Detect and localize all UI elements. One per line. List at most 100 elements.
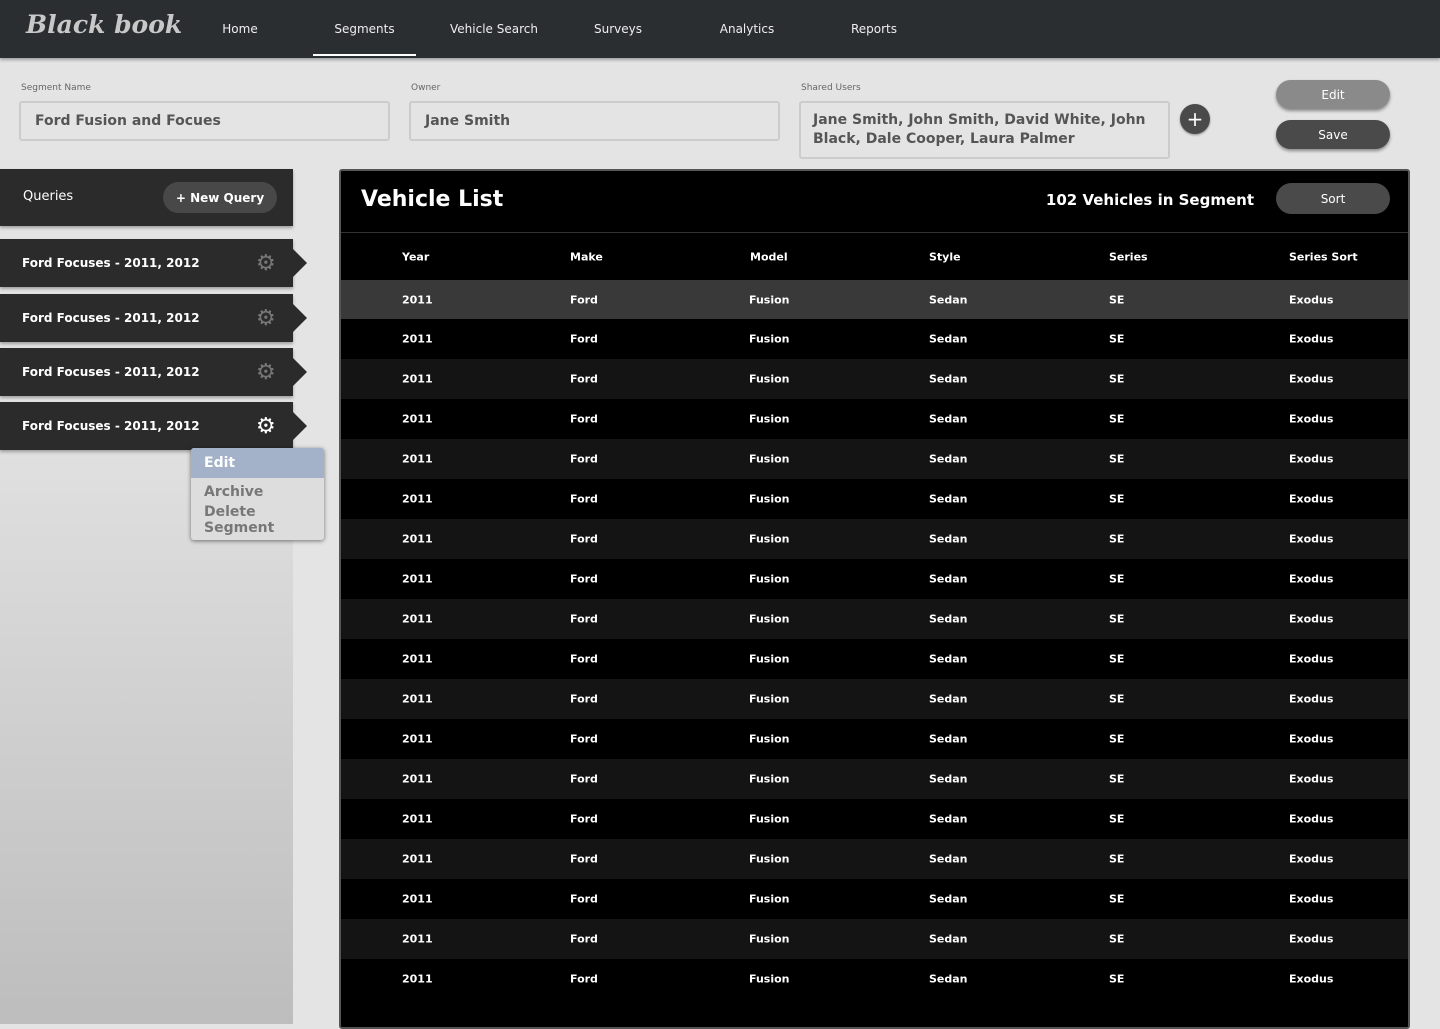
cell-year: 2011	[402, 572, 433, 586]
cell-series: SE	[1109, 332, 1125, 346]
table-row[interactable]: 2011 Ford Fusion Sedan SE Exodus	[341, 839, 1408, 879]
table-row[interactable]: 2011 Ford Fusion Sedan SE Exodus	[341, 599, 1408, 639]
menu-item-edit[interactable]: Edit	[191, 448, 324, 478]
table-row[interactable]: 2011 Ford Fusion Sedan SE Exodus	[341, 399, 1408, 439]
vehicle-count: 102 Vehicles in Segment	[1045, 191, 1254, 209]
cell-model: Fusion	[749, 732, 790, 746]
shared-users-label: Shared Users	[801, 83, 861, 93]
menu-item-delete-segment[interactable]: Delete Segment	[191, 504, 324, 536]
query-item[interactable]: Ford Focuses - 2011, 2012 ⚙	[0, 402, 307, 450]
table-row[interactable]: 2011 Ford Fusion Sedan SE Exodus	[341, 919, 1408, 959]
cell-model: Fusion	[749, 372, 790, 386]
query-context-menu: Edit Archive Delete Segment	[191, 448, 324, 540]
cell-make: Ford	[570, 772, 598, 786]
cell-series-sort: Exodus	[1289, 692, 1334, 706]
cell-year: 2011	[402, 892, 433, 906]
nav-analytics[interactable]: Analytics	[707, 0, 787, 58]
col-year[interactable]: Year	[402, 250, 429, 263]
cell-make: Ford	[570, 612, 598, 626]
cell-style: Sedan	[929, 293, 968, 307]
nav-vehicle-search[interactable]: Vehicle Search	[440, 0, 548, 58]
cell-series: SE	[1109, 772, 1125, 786]
table-row[interactable]: 2011 Ford Fusion Sedan SE Exodus	[341, 479, 1408, 519]
col-make[interactable]: Make	[570, 250, 603, 263]
table-row[interactable]: 2011 Ford Fusion Sedan SE Exodus	[341, 639, 1408, 679]
query-item[interactable]: Ford Focuses - 2011, 2012 ⚙	[0, 294, 307, 342]
table-row[interactable]: 2011 Ford Fusion Sedan SE Exodus	[341, 319, 1408, 359]
table-row[interactable]: 2011 Ford Fusion Sedan SE Exodus	[341, 679, 1408, 719]
cell-series: SE	[1109, 812, 1125, 826]
col-series-sort[interactable]: Series Sort	[1289, 250, 1358, 263]
cell-make: Ford	[570, 812, 598, 826]
table-row[interactable]: 2011 Ford Fusion Sedan SE Exodus	[341, 879, 1408, 919]
cell-series-sort: Exodus	[1289, 532, 1334, 546]
table-row[interactable]: 2011 Ford Fusion Sedan SE Exodus	[341, 719, 1408, 759]
cell-make: Ford	[570, 732, 598, 746]
cell-year: 2011	[402, 652, 433, 666]
table-row[interactable]: 2011 Ford Fusion Sedan SE Exodus	[341, 799, 1408, 839]
col-style[interactable]: Style	[929, 250, 961, 263]
table-row[interactable]: 2011 Ford Fusion Sedan SE Exodus	[341, 439, 1408, 479]
cell-series-sort: Exodus	[1289, 412, 1334, 426]
cell-model: Fusion	[749, 452, 790, 466]
table-row[interactable]: 2011 Ford Fusion Sedan SE Exodus	[341, 959, 1408, 999]
gear-icon[interactable]: ⚙	[256, 306, 276, 331]
cell-make: Ford	[570, 332, 598, 346]
cell-make: Ford	[570, 532, 598, 546]
cell-style: Sedan	[929, 532, 968, 546]
cell-model: Fusion	[749, 892, 790, 906]
table-row[interactable]: 2011 Ford Fusion Sedan SE Exodus	[341, 359, 1408, 399]
cell-series-sort: Exodus	[1289, 293, 1334, 307]
cell-series-sort: Exodus	[1289, 852, 1334, 866]
gear-icon[interactable]: ⚙	[256, 251, 276, 276]
top-nav-bar: Black book Home Segments Vehicle Search …	[0, 0, 1440, 58]
cell-series-sort: Exodus	[1289, 892, 1334, 906]
cell-series: SE	[1109, 412, 1125, 426]
cell-make: Ford	[570, 572, 598, 586]
new-query-button[interactable]: + New Query	[163, 182, 277, 213]
segment-name-label: Segment Name	[21, 83, 91, 93]
cell-series-sort: Exodus	[1289, 572, 1334, 586]
menu-item-archive[interactable]: Archive	[191, 478, 324, 506]
owner-input[interactable]: Jane Smith	[409, 101, 780, 141]
query-item[interactable]: Ford Focuses - 2011, 2012 ⚙	[0, 239, 307, 287]
cell-series: SE	[1109, 732, 1125, 746]
cell-make: Ford	[570, 932, 598, 946]
gear-icon[interactable]: ⚙	[256, 360, 276, 385]
col-model[interactable]: Model	[750, 250, 788, 263]
nav-reports[interactable]: Reports	[834, 0, 914, 58]
edit-button[interactable]: Edit	[1276, 80, 1390, 109]
query-label: Ford Focuses - 2011, 2012	[22, 419, 200, 433]
nav-home[interactable]: Home	[200, 0, 280, 58]
table-row[interactable]: 2011 Ford Fusion Sedan SE Exodus	[341, 559, 1408, 599]
shared-users-input[interactable]: Jane Smith, John Smith, David White, Joh…	[799, 101, 1170, 159]
query-label: Ford Focuses - 2011, 2012	[22, 311, 200, 325]
cell-make: Ford	[570, 692, 598, 706]
cell-series: SE	[1109, 932, 1125, 946]
cell-model: Fusion	[749, 932, 790, 946]
table-row[interactable]: 2011 Ford Fusion Sedan SE Exodus	[341, 519, 1408, 559]
save-button[interactable]: Save	[1276, 120, 1390, 149]
col-series[interactable]: Series	[1109, 250, 1148, 263]
cell-make: Ford	[570, 652, 598, 666]
nav-segments[interactable]: Segments	[313, 0, 416, 58]
cell-style: Sedan	[929, 692, 968, 706]
query-item[interactable]: Ford Focuses - 2011, 2012 ⚙	[0, 348, 307, 396]
cell-year: 2011	[402, 412, 433, 426]
sort-button[interactable]: Sort	[1276, 183, 1390, 214]
cell-make: Ford	[570, 892, 598, 906]
cell-model: Fusion	[749, 972, 790, 986]
add-user-button[interactable]: +	[1180, 104, 1210, 134]
cell-style: Sedan	[929, 812, 968, 826]
table-row[interactable]: 2011 Ford Fusion Sedan SE Exodus	[341, 759, 1408, 799]
segment-name-input[interactable]: Ford Fusion and Focues	[19, 101, 390, 141]
table-row[interactable]: 2011 Ford Fusion Sedan SE Exodus	[341, 280, 1408, 320]
gear-icon[interactable]: ⚙	[256, 414, 276, 439]
cell-series-sort: Exodus	[1289, 732, 1334, 746]
cell-style: Sedan	[929, 932, 968, 946]
cell-model: Fusion	[749, 772, 790, 786]
cell-year: 2011	[402, 772, 433, 786]
cell-model: Fusion	[749, 492, 790, 506]
cell-series: SE	[1109, 652, 1125, 666]
nav-surveys[interactable]: Surveys	[578, 0, 658, 58]
